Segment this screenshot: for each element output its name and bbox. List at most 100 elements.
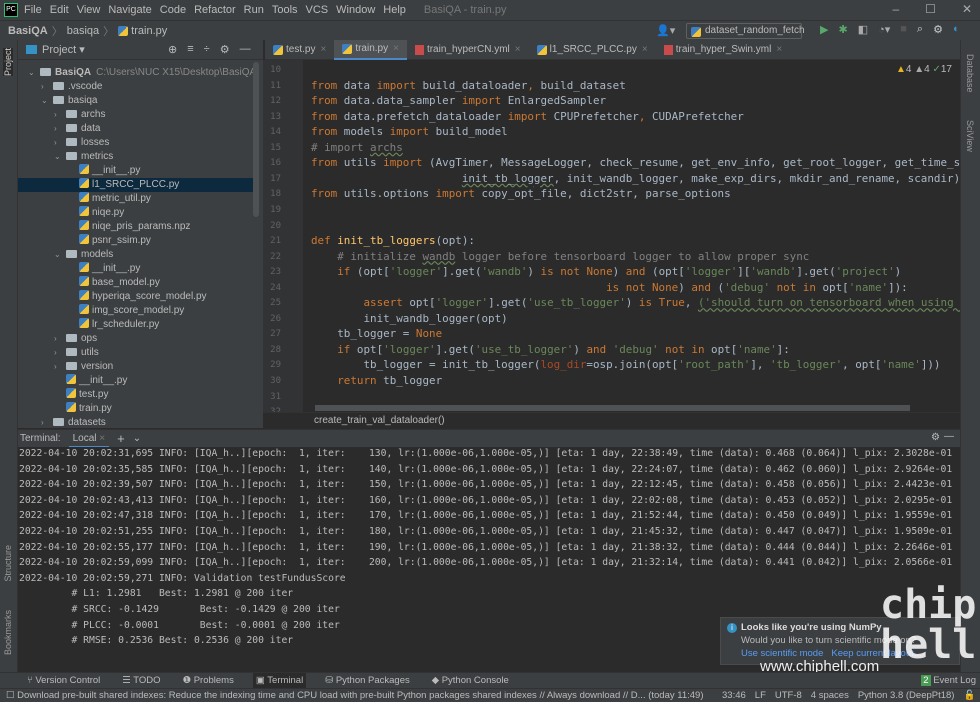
editor-tab[interactable]: l1_SRCC_PLCC.py × bbox=[529, 40, 656, 60]
tree-item[interactable]: › archs bbox=[18, 108, 255, 122]
menu-help[interactable]: Help bbox=[383, 4, 406, 16]
project-view-select[interactable]: Project bbox=[42, 44, 76, 56]
line-separator[interactable]: LF bbox=[755, 689, 766, 702]
editor-tab[interactable]: train_hyper_Swin.yml × bbox=[656, 40, 790, 60]
coverage-icon[interactable]: ◧ bbox=[858, 23, 868, 36]
tree-item[interactable]: niqe.py bbox=[18, 206, 255, 220]
user-icon[interactable]: 👤▾ bbox=[656, 24, 675, 37]
close-tab-icon[interactable]: × bbox=[320, 40, 326, 60]
close-tab-icon[interactable]: × bbox=[776, 40, 782, 60]
debug-icon[interactable]: ✱ bbox=[838, 23, 847, 36]
tree-item[interactable]: › losses bbox=[18, 136, 255, 150]
tree-item[interactable]: ⌄ basiqa bbox=[18, 94, 255, 108]
editor-tab[interactable]: train_hyperCN.yml × bbox=[407, 40, 529, 60]
chevron-right-icon[interactable]: › bbox=[41, 416, 53, 430]
menu-run[interactable]: Run bbox=[244, 4, 264, 16]
breadcrumb-project[interactable]: BasiQA bbox=[8, 25, 48, 37]
tree-item[interactable]: hyperiqa_score_model.py bbox=[18, 290, 255, 304]
project-scrollbar[interactable] bbox=[253, 62, 259, 217]
close-tab-icon[interactable]: × bbox=[515, 40, 521, 60]
profile-icon[interactable]: ◔▾ bbox=[878, 23, 890, 36]
python-interpreter[interactable]: Python 3.8 (DeepPt18) bbox=[858, 689, 955, 702]
hide-icon[interactable]: — bbox=[240, 43, 251, 56]
tree-item[interactable]: › utils bbox=[18, 346, 255, 360]
breadcrumb-folder[interactable]: basiqa bbox=[67, 25, 99, 37]
tree-item[interactable]: __init__.py bbox=[18, 164, 255, 178]
tree-item[interactable]: __init__.py bbox=[18, 374, 255, 388]
version-control-tab[interactable]: ⑂ Version Control bbox=[24, 673, 103, 689]
code-editor[interactable]: 10 11 12 13 14 15 16 17 18 19 20 21 22 23 24 25 26 27 28 29… bbox=[263, 60, 960, 412]
breadcrumb-file[interactable]: train.py bbox=[131, 25, 167, 37]
menu-file[interactable]: File bbox=[24, 4, 42, 16]
menu-view[interactable]: View bbox=[77, 4, 101, 16]
inspection-widget[interactable]: ▲4 ▲4 ✓17 bbox=[896, 64, 952, 75]
tree-item[interactable]: › ops bbox=[18, 332, 255, 346]
terminal-hide-icon[interactable]: — bbox=[944, 431, 954, 442]
terminal-tab[interactable]: ▣ Terminal bbox=[252, 672, 307, 689]
sciview-tool-button[interactable]: SciView bbox=[965, 120, 975, 152]
caret-position[interactable]: 33:46 bbox=[722, 689, 746, 702]
tree-item[interactable]: base_model.py bbox=[18, 276, 255, 290]
gear-icon[interactable]: ⚙ bbox=[220, 43, 230, 56]
tree-item[interactable]: › data bbox=[18, 122, 255, 136]
tree-item[interactable]: img_score_model.py bbox=[18, 304, 255, 318]
editor-breadcrumb[interactable]: create_train_val_dataloader() bbox=[263, 412, 960, 429]
status-message[interactable]: Download pre-built shared indexes: Reduc… bbox=[17, 690, 703, 701]
maximize-icon[interactable]: ☐ bbox=[925, 2, 936, 16]
tree-item[interactable]: psnr_ssim.py bbox=[18, 234, 255, 248]
menu-edit[interactable]: Edit bbox=[50, 4, 69, 16]
bookmarks-tool-button[interactable]: Bookmarks bbox=[3, 610, 13, 655]
problems-tab[interactable]: ❶ Problems bbox=[180, 673, 237, 689]
minimize-icon[interactable]: – bbox=[892, 2, 899, 16]
event-log-tab[interactable]: 2 Event Log bbox=[921, 673, 976, 689]
locate-icon[interactable]: ⊕ bbox=[168, 43, 177, 56]
collapse-all-icon[interactable]: ÷ bbox=[204, 43, 210, 56]
tree-item[interactable]: › .vscode bbox=[18, 80, 255, 94]
tree-item[interactable]: ⌄ models bbox=[18, 248, 255, 262]
menu-tools[interactable]: Tools bbox=[272, 4, 298, 16]
close-icon[interactable]: ✕ bbox=[962, 2, 972, 16]
tree-item[interactable]: niqe_pris_params.npz bbox=[18, 220, 255, 234]
file-encoding[interactable]: UTF-8 bbox=[775, 689, 802, 702]
chevron-down-icon[interactable]: ⌄ bbox=[28, 66, 40, 80]
chevron-right-icon[interactable]: › bbox=[54, 346, 66, 360]
menu-refactor[interactable]: Refactor bbox=[194, 4, 236, 16]
chevron-right-icon[interactable]: › bbox=[54, 136, 66, 150]
tree-item[interactable]: › version bbox=[18, 360, 255, 374]
run-icon[interactable]: ▶ bbox=[820, 23, 828, 36]
settings-icon[interactable]: ⚙ bbox=[933, 23, 943, 36]
database-tool-button[interactable]: Database bbox=[965, 54, 975, 93]
new-terminal-icon[interactable]: + bbox=[117, 431, 125, 446]
tree-item[interactable]: __init__.py bbox=[18, 262, 255, 276]
chevron-right-icon[interactable]: › bbox=[54, 122, 66, 136]
chevron-right-icon[interactable]: › bbox=[54, 108, 66, 122]
python-packages-tab[interactable]: ⛁ Python Packages bbox=[322, 673, 413, 689]
terminal-settings-icon[interactable]: ⚙ bbox=[931, 432, 940, 443]
tree-item[interactable]: ⌄ BasiQA C:\Users\NUC X15\Desktop\BasiQA bbox=[18, 66, 256, 80]
stop-icon[interactable]: ■ bbox=[900, 23, 907, 36]
chevron-right-icon[interactable]: › bbox=[41, 80, 53, 94]
tree-item[interactable]: train.py bbox=[18, 402, 255, 416]
tree-item[interactable]: test.py bbox=[18, 388, 255, 402]
editor-tab[interactable]: test.py × bbox=[265, 40, 334, 60]
menu-code[interactable]: Code bbox=[160, 4, 186, 16]
python-console-tab[interactable]: ◆ Python Console bbox=[429, 673, 512, 689]
terminal-tab-local[interactable]: Local × bbox=[68, 430, 110, 448]
chevron-down-icon[interactable]: ⌄ bbox=[54, 248, 66, 262]
editor-tab[interactable]: train.py × bbox=[334, 40, 407, 60]
chevron-right-icon[interactable]: › bbox=[54, 332, 66, 346]
menu-window[interactable]: Window bbox=[336, 4, 375, 16]
close-tab-icon[interactable]: × bbox=[393, 39, 399, 59]
todo-tab[interactable]: ☰ TODO bbox=[119, 673, 163, 689]
search-icon[interactable]: ⌕ bbox=[917, 23, 923, 36]
run-configuration-select[interactable]: dataset_random_fetch ▾ bbox=[686, 23, 805, 50]
chevron-down-icon[interactable]: ⌄ bbox=[133, 433, 141, 444]
tree-item[interactable]: ⌄ metrics bbox=[18, 150, 255, 164]
indent-setting[interactable]: 4 spaces bbox=[811, 689, 849, 702]
chevron-down-icon[interactable]: ⌄ bbox=[54, 150, 66, 164]
editor-horizontal-scrollbar[interactable] bbox=[315, 405, 910, 411]
lock-icon[interactable]: 🔓 bbox=[963, 689, 975, 702]
chevron-down-icon[interactable]: ⌄ bbox=[41, 94, 53, 108]
menu-navigate[interactable]: Navigate bbox=[108, 4, 151, 16]
structure-tool-button[interactable]: Structure bbox=[3, 545, 13, 582]
